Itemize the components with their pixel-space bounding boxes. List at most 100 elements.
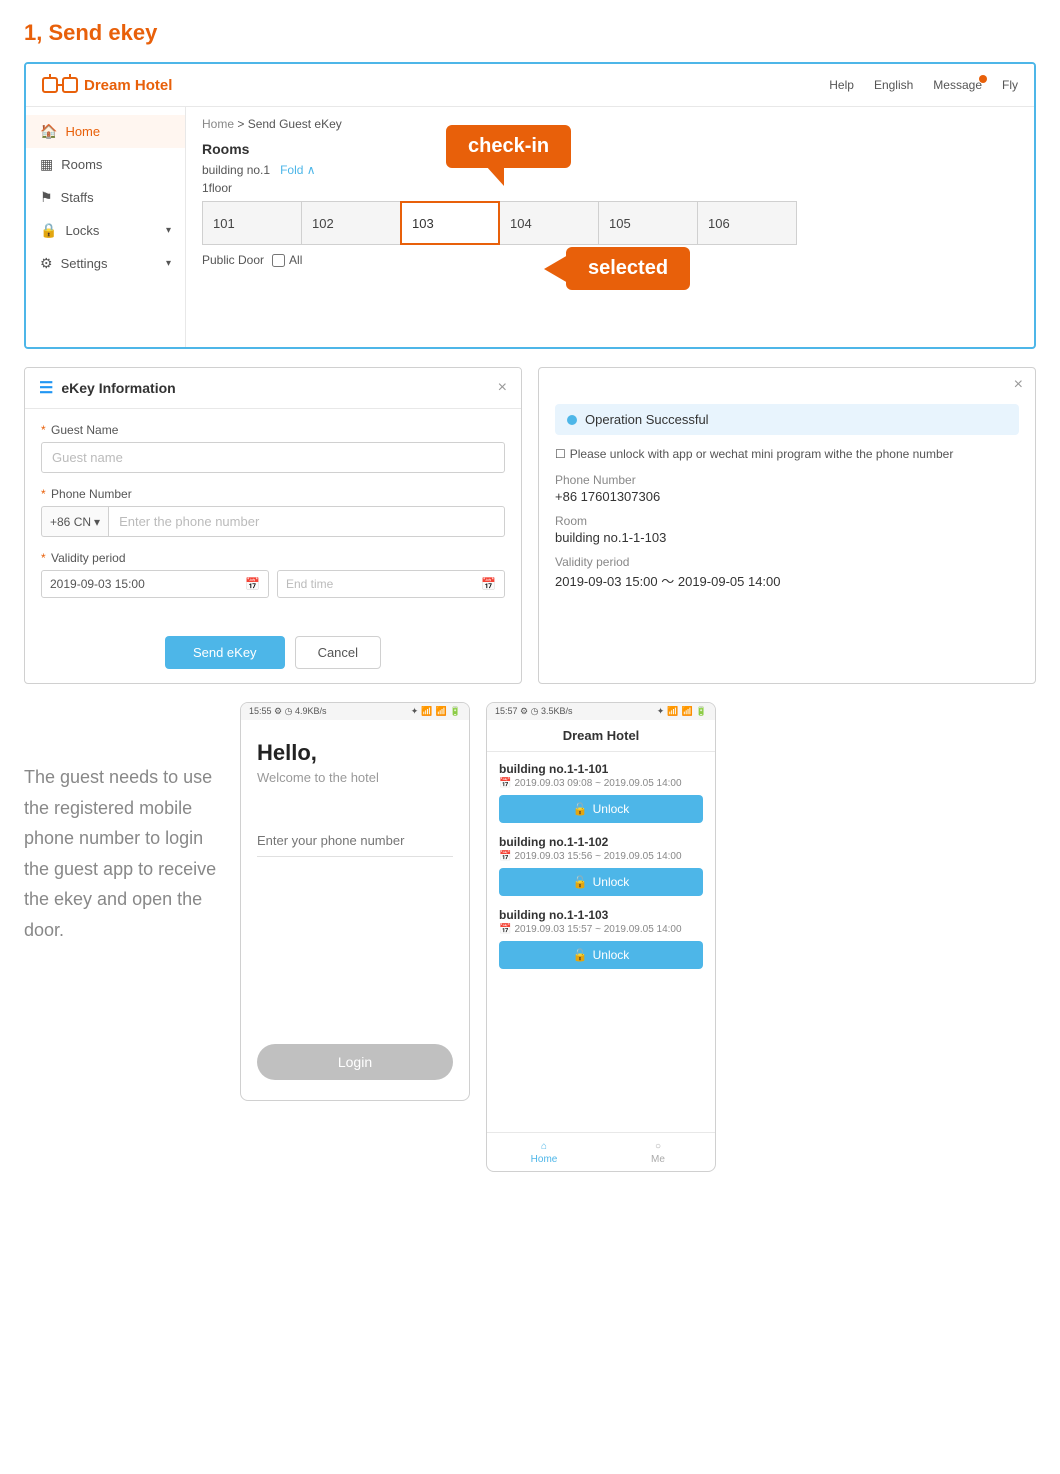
room-104[interactable]: 104: [499, 201, 599, 245]
sidebar-item-staffs[interactable]: ⚑ Staffs: [26, 181, 185, 214]
info-validity: Validity period 2019-09-03 15:00 ～ 2019-…: [555, 555, 1019, 590]
start-date-wrap[interactable]: 2019-09-03 15:00 📅: [41, 570, 269, 598]
home-tab-icon: ⌂: [541, 1141, 547, 1152]
cancel-button[interactable]: Cancel: [295, 636, 381, 669]
floor-label: 1floor: [202, 181, 1018, 195]
room-106[interactable]: 106: [697, 201, 797, 245]
footer-tab-me[interactable]: ○ Me: [601, 1141, 715, 1165]
login-phone-input[interactable]: [257, 825, 453, 857]
sidebar-item-locks[interactable]: 🔒 Locks ▾: [26, 214, 185, 247]
unlock-icon-1: 🔓: [573, 802, 588, 816]
unlock-icon-3: 🔓: [573, 948, 588, 962]
nav-help[interactable]: Help: [829, 78, 854, 92]
building-label: building no.1 Fold ∧: [202, 163, 1018, 177]
ekey-panel-footer: Send eKey Cancel: [25, 626, 521, 683]
unlock-button-3[interactable]: 🔓 Unlock: [499, 941, 703, 969]
success-panel-header: ×: [539, 368, 1035, 394]
checkin-callout-box: check-in: [446, 125, 571, 168]
key-item-3: building no.1-1-103 📅 2019.09.03 15:57 ~…: [499, 908, 703, 969]
key-validity-3: 📅 2019.09.03 15:57 ~ 2019.09.05 14:00: [499, 924, 703, 935]
success-panel-close[interactable]: ×: [1014, 376, 1023, 394]
hotel-logo: Dream Hotel: [42, 74, 172, 96]
ekey-panel-title: ☰ eKey Information: [39, 378, 176, 398]
success-panel-body: Operation Successful ☐ Please unlock wit…: [539, 394, 1035, 616]
locks-icon: 🔒: [40, 222, 57, 239]
phone-prefix[interactable]: +86 CN ▾: [41, 506, 108, 537]
login-status-left: 15:55 ⚙ ◷ 4.9KB/s: [249, 706, 326, 717]
key-item-2: building no.1-1-102 📅 2019.09.03 15:56 ~…: [499, 835, 703, 896]
hotel-body: 🏠 Home ▦ Rooms ⚑ Staffs 🔒 Locks ▾ ⚙ Sett…: [26, 107, 1034, 347]
phone-group: * Phone Number +86 CN ▾: [41, 487, 505, 537]
login-button[interactable]: Login: [257, 1044, 453, 1080]
key-room-1: building no.1-1-101: [499, 762, 703, 776]
ekey-panel-close[interactable]: ×: [498, 379, 507, 397]
unlock-button-2[interactable]: 🔓 Unlock: [499, 868, 703, 896]
all-checkbox[interactable]: [272, 254, 285, 267]
key-validity-2: 📅 2019.09.03 15:56 ~ 2019.09.05 14:00: [499, 851, 703, 862]
info-phone: Phone Number +86 17601307306: [555, 473, 1019, 504]
keys-status-left: 15:57 ⚙ ◷ 3.5KB/s: [495, 706, 572, 717]
room-101[interactable]: 101: [202, 201, 302, 245]
login-status-right: ✦📶📶🔋: [411, 706, 461, 717]
sidebar-item-home[interactable]: 🏠 Home: [26, 115, 185, 148]
validity-group: * Validity period 2019-09-03 15:00 📅 End…: [41, 551, 505, 598]
validity-label: * Validity period: [41, 551, 505, 565]
info-note: ☐ Please unlock with app or wechat mini …: [555, 447, 1019, 461]
fold-link[interactable]: Fold ∧: [280, 163, 315, 177]
all-checkbox-label[interactable]: All: [272, 253, 302, 267]
selected-callout-box: selected: [566, 247, 690, 290]
nav-fly[interactable]: Fly: [1002, 78, 1018, 92]
nav-language[interactable]: English: [874, 78, 913, 92]
start-date-value: 2019-09-03 15:00: [50, 577, 145, 591]
room-105[interactable]: 105: [598, 201, 698, 245]
end-date-wrap[interactable]: End time 📅: [277, 570, 505, 598]
ekey-panel-header: ☰ eKey Information ×: [25, 368, 521, 409]
end-date-placeholder: End time: [286, 577, 333, 591]
selected-callout: selected: [566, 247, 690, 290]
hotel-sidebar: 🏠 Home ▦ Rooms ⚑ Staffs 🔒 Locks ▾ ⚙ Sett…: [26, 107, 186, 347]
public-door-label: Public Door: [202, 253, 264, 267]
phone-label: * Phone Number: [41, 487, 505, 501]
settings-icon: ⚙: [40, 255, 53, 272]
breadcrumb: Home > Send Guest eKey: [202, 117, 1018, 131]
unlock-button-1[interactable]: 🔓 Unlock: [499, 795, 703, 823]
panels-row: ☰ eKey Information × * Guest Name * Phon…: [24, 367, 1036, 684]
breadcrumb-home[interactable]: Home: [202, 117, 234, 131]
keys-screen-body: building no.1-1-101 📅 2019.09.03 09:08 ~…: [487, 752, 715, 1132]
rooms-heading: Rooms: [202, 141, 1018, 157]
login-welcome: Welcome to the hotel: [257, 770, 453, 785]
staffs-icon: ⚑: [40, 189, 53, 206]
mobile-text: The guest needs to use the registered mo…: [24, 702, 224, 946]
info-room: Room building no.1-1-103: [555, 514, 1019, 545]
guest-name-input[interactable]: [41, 442, 505, 473]
send-ekey-button[interactable]: Send eKey: [165, 636, 285, 669]
sidebar-item-settings[interactable]: ⚙ Settings ▾: [26, 247, 185, 280]
settings-chevron: ▾: [166, 258, 171, 269]
login-status-bar: 15:55 ⚙ ◷ 4.9KB/s ✦📶📶🔋: [241, 703, 469, 720]
key-room-2: building no.1-1-102: [499, 835, 703, 849]
nav-message[interactable]: Message: [933, 78, 982, 92]
success-panel: × Operation Successful ☐ Please unlock w…: [538, 367, 1036, 684]
success-banner: Operation Successful: [555, 404, 1019, 435]
phone-row: +86 CN ▾: [41, 506, 505, 537]
room-102[interactable]: 102: [301, 201, 401, 245]
room-103[interactable]: 103: [400, 201, 500, 245]
key-validity-1: 📅 2019.09.03 09:08 ~ 2019.09.05 14:00: [499, 778, 703, 789]
hotel-header: Dream Hotel Help English Message Fly: [26, 64, 1034, 107]
sidebar-label-staffs: Staffs: [61, 190, 94, 205]
footer-tab-home[interactable]: ⌂ Home: [487, 1141, 601, 1165]
guest-name-group: * Guest Name: [41, 423, 505, 473]
sidebar-label-locks: Locks: [65, 223, 99, 238]
message-badge: [979, 75, 987, 83]
keys-status-bar: 15:57 ⚙ ◷ 3.5KB/s ✦📶📶🔋: [487, 703, 715, 720]
sidebar-item-rooms[interactable]: ▦ Rooms: [26, 148, 185, 181]
keys-status-right: ✦📶📶🔋: [657, 706, 707, 717]
ekey-panel-body: * Guest Name * Phone Number +86 CN ▾: [25, 409, 521, 626]
checkin-callout: check-in: [446, 125, 571, 168]
sidebar-label-home: Home: [65, 124, 100, 139]
keys-screen: 15:57 ⚙ ◷ 3.5KB/s ✦📶📶🔋 Dream Hotel build…: [486, 702, 716, 1172]
phone-number-input[interactable]: [108, 506, 505, 537]
mobile-section: The guest needs to use the registered mo…: [24, 702, 1036, 1172]
phone-prefix-chevron: ▾: [94, 515, 100, 529]
success-text: Operation Successful: [585, 412, 709, 427]
